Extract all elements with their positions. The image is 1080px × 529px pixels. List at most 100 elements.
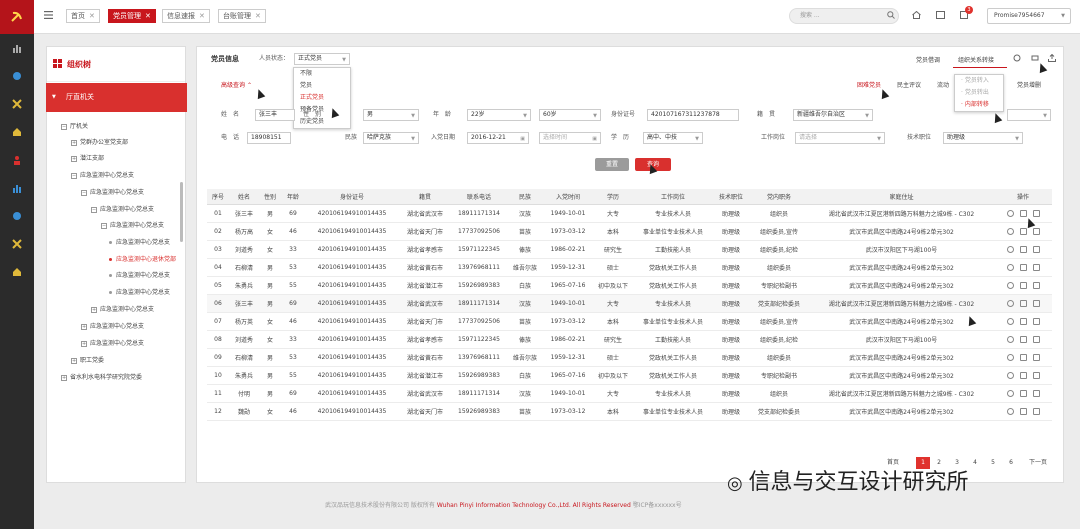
table-row[interactable]: 12 魏勋女 46 420106194910014435 湖北省天门市 159269893… <box>207 402 1052 421</box>
transfer-in-option[interactable]: · 党员转入 <box>955 75 1003 87</box>
edit-icon[interactable] <box>1019 209 1027 217</box>
delete-icon[interactable] <box>1032 263 1040 271</box>
tree-node[interactable]: + 党群办公室党支部 <box>71 138 128 148</box>
edit-icon[interactable] <box>1019 299 1027 307</box>
tree-node[interactable]: 应急监测中心党总支 <box>109 271 170 281</box>
tab-ledger[interactable]: 台账管理 ✕ <box>218 9 266 23</box>
advanced-query-link[interactable]: 高级查询 ⌃ <box>221 80 252 89</box>
search-icon[interactable] <box>887 11 895 21</box>
job-select[interactable]: 请选择 ▼ <box>795 132 885 144</box>
reset-button[interactable]: 重置 <box>595 158 629 171</box>
native-select[interactable]: 新疆维吾尔自治区 ▼ <box>793 109 873 121</box>
home-icon[interactable] <box>0 258 34 286</box>
home-icon[interactable] <box>912 10 921 21</box>
user-menu[interactable]: Promise7954667 ▼ <box>987 8 1071 24</box>
table-row[interactable]: 05 朱勇兵男 55 420106194910014435 湖北省潜江市 15926989… <box>207 276 1052 295</box>
close-icon[interactable]: ✕ <box>89 12 95 20</box>
view-icon[interactable] <box>1006 371 1014 379</box>
tree-node[interactable]: − 厅机关 <box>61 122 88 132</box>
edit-icon[interactable] <box>1019 263 1027 271</box>
tab-info-report[interactable]: 信息速报 ✕ <box>162 9 210 23</box>
column-header[interactable]: 入党时间 <box>543 189 593 205</box>
view-icon[interactable] <box>1006 245 1014 253</box>
view-icon[interactable] <box>1006 389 1014 397</box>
pagination-next[interactable]: 下一页 <box>1029 457 1047 469</box>
tab-member-management[interactable]: 党员管理 ✕ <box>108 9 156 23</box>
table-row[interactable]: 02 杨万高女 46 420106194910014435 湖北省天门市 17737092… <box>207 222 1052 241</box>
view-icon[interactable] <box>1006 227 1014 235</box>
edit-icon[interactable] <box>1019 281 1027 289</box>
edit-icon[interactable] <box>1019 353 1027 361</box>
member-secondment-button[interactable]: 党员借调 <box>916 55 940 64</box>
edit-icon[interactable] <box>1019 371 1027 379</box>
edit-icon[interactable] <box>1019 335 1027 343</box>
view-icon[interactable] <box>1006 407 1014 415</box>
view-icon[interactable] <box>1006 209 1014 217</box>
tree-node[interactable]: + 潜江支部 <box>71 154 104 164</box>
search-input[interactable]: 搜索 ... <box>789 8 899 24</box>
tree-node[interactable]: + 应急监测中心党总支 <box>81 322 144 332</box>
home-icon[interactable] <box>0 118 34 146</box>
pagination-page[interactable]: 4 <box>970 457 980 469</box>
phone-input[interactable]: 18908151 <box>247 132 291 144</box>
tab-home[interactable]: 首页 ✕ <box>66 9 100 23</box>
export-icon[interactable] <box>1048 53 1056 64</box>
join-date-to[interactable]: 选择时间 ▣ <box>539 132 601 144</box>
delete-icon[interactable] <box>1032 299 1040 307</box>
view-icon[interactable] <box>1006 353 1014 361</box>
view-icon[interactable] <box>1006 317 1014 325</box>
globe-icon[interactable] <box>0 62 34 90</box>
delete-icon[interactable] <box>1032 335 1040 343</box>
subtab-member-changes[interactable]: 党员增删 <box>1017 80 1041 89</box>
view-icon[interactable] <box>1006 281 1014 289</box>
id-input[interactable]: 420107167311237878 <box>647 109 739 121</box>
pagination-page[interactable]: 6 <box>1006 457 1016 469</box>
org-transfer-button[interactable]: 组织关系转接 <box>958 55 994 64</box>
table-row[interactable]: 07 杨万英女 46 420106194910014435 湖北省天门市 17737092… <box>207 312 1052 331</box>
delete-icon[interactable] <box>1032 317 1040 325</box>
table-row[interactable]: 10 朱勇兵男 55 420106194910014435 湖北省潜江市 15926989… <box>207 366 1052 385</box>
edit-icon[interactable] <box>1019 245 1027 253</box>
selected-org[interactable]: ▼ 厅直机关 <box>46 83 187 112</box>
table-row[interactable]: 04 石柳清男 53 420106194910014435 湖北省黄石市 13976968… <box>207 258 1052 277</box>
view-icon[interactable] <box>1006 335 1014 343</box>
status-option[interactable]: 党员 <box>294 80 350 92</box>
tree-node[interactable]: − 应急监测中心党总支 <box>91 205 154 215</box>
tree-node[interactable]: − 应急监测中心党总支 <box>101 221 164 231</box>
name-input[interactable]: 张三丰 <box>255 109 295 121</box>
globe-icon[interactable] <box>0 202 34 230</box>
transfer-out-option[interactable]: · 党员转出 <box>955 87 1003 99</box>
view-icon[interactable] <box>1006 263 1014 271</box>
subtab-mobile[interactable]: 流动 <box>937 80 949 89</box>
tree-node[interactable]: 应急监测中心党总支 <box>109 238 170 248</box>
delete-icon[interactable] <box>1032 407 1040 415</box>
internal-transfer-option[interactable]: · 内部转移 <box>955 99 1003 111</box>
subtab-democratic-review[interactable]: 民主评议 <box>897 80 921 89</box>
status-option[interactable]: 不限 <box>294 68 350 80</box>
delete-icon[interactable] <box>1032 209 1040 217</box>
tree-node[interactable]: − 应急监测中心党总支 <box>71 171 134 181</box>
extra-select[interactable]: ▼ <box>1007 109 1051 121</box>
delete-icon[interactable] <box>1032 389 1040 397</box>
pagination-page[interactable]: 5 <box>988 457 998 469</box>
ethnic-select[interactable]: 哈萨克族 ▼ <box>363 132 419 144</box>
edit-icon[interactable] <box>1019 389 1027 397</box>
table-row[interactable]: 08 刘道秀女 33 420106194910014435 湖北省孝感市 15971122… <box>207 330 1052 349</box>
delete-icon[interactable] <box>1032 353 1040 361</box>
tree-node[interactable]: + 应急监测中心党总支 <box>81 339 144 349</box>
chart-icon[interactable] <box>0 34 34 62</box>
edit-icon[interactable] <box>1019 317 1027 325</box>
bar-chart-icon[interactable] <box>0 174 34 202</box>
person-icon[interactable] <box>0 146 34 174</box>
status-option[interactable]: 正式党员 <box>294 92 350 104</box>
education-select[interactable]: 高中、中技 ▼ <box>643 132 703 144</box>
edit-icon[interactable] <box>1019 407 1027 415</box>
edit-icon[interactable] <box>1019 227 1027 235</box>
age-to-select[interactable]: 60岁 ▼ <box>539 109 601 121</box>
tree-node[interactable]: 应急监测中心党总支 <box>109 288 170 298</box>
scrollbar[interactable] <box>180 182 183 242</box>
tree-node[interactable]: + 省水利水电科学研究院党委 <box>61 373 142 383</box>
table-row[interactable]: 01 张三丰男 69 420106194910014435 湖北省武汉市 18911171… <box>207 204 1052 223</box>
menu-toggle-icon[interactable] <box>44 11 53 21</box>
close-icon[interactable]: ✕ <box>145 12 151 20</box>
